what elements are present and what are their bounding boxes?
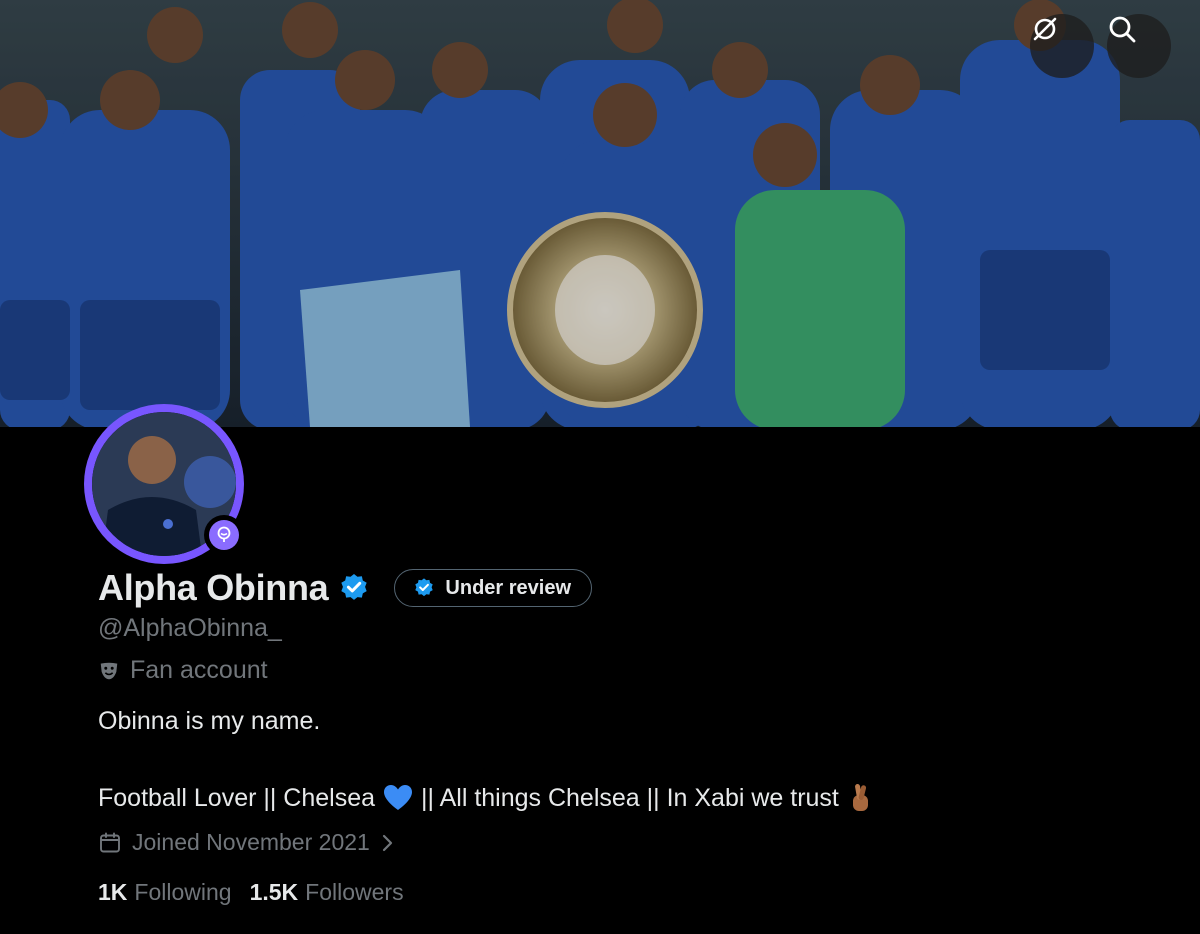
bio-text-2b: || All things Chelsea || In Xabi we trus…	[421, 783, 839, 812]
verified-small-icon	[415, 578, 434, 597]
smile-badge-icon	[217, 526, 231, 542]
bio-text-1: Obinna is my name.	[98, 707, 321, 735]
blue-heart-icon	[384, 785, 413, 810]
chevron-right-icon	[382, 834, 392, 851]
joined-date[interactable]: Joined November 2021	[98, 829, 394, 856]
follow-stats: 1K Following 1.5K Followers	[98, 879, 404, 906]
link-button[interactable]	[1030, 14, 1094, 78]
name-row: Alpha Obinna Under review	[98, 564, 593, 612]
under-review-label: Under review	[445, 576, 572, 599]
bio-text-2a: Football Lover || Chelsea	[98, 783, 376, 812]
display-name: Alpha Obinna	[98, 567, 329, 608]
profile-banner[interactable]	[0, 0, 1200, 427]
search-button[interactable]	[1107, 14, 1171, 78]
followers-label: Followers	[305, 879, 404, 905]
following-count: 1K	[98, 879, 128, 905]
crossed-fingers-icon	[852, 783, 868, 811]
following-label: Following	[134, 879, 232, 905]
bio-line-2: Football Lover || Chelsea || All things …	[98, 783, 875, 813]
under-review-button[interactable]: Under review	[394, 569, 593, 607]
theater-mask-icon	[100, 662, 118, 679]
account-category-label: Fan account	[130, 656, 268, 684]
calendar-icon	[100, 832, 120, 852]
account-category: Fan account	[98, 656, 268, 685]
following-link[interactable]: 1K Following	[98, 879, 232, 906]
joined-label: Joined November 2021	[132, 829, 370, 855]
banner-photo	[0, 0, 1200, 427]
user-handle: @AlphaObinna_	[98, 614, 282, 642]
followers-count: 1.5K	[249, 879, 299, 905]
followers-link[interactable]: 1.5K Followers	[250, 879, 404, 906]
verified-org-badge[interactable]	[204, 515, 244, 555]
bio-line-1: Obinna is my name.	[98, 707, 320, 736]
search-icon	[1109, 16, 1136, 43]
verified-badge-icon[interactable]	[338, 572, 370, 604]
no-link-icon	[1033, 17, 1057, 41]
